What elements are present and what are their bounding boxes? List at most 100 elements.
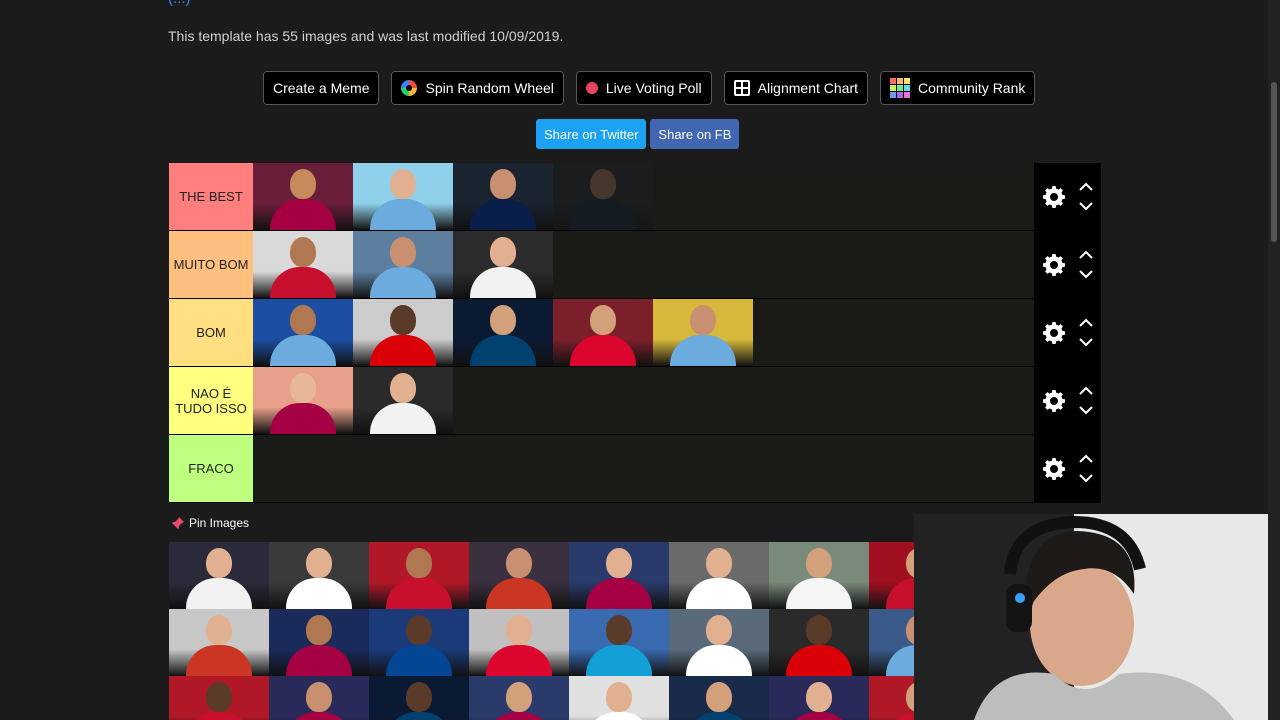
player-image[interactable] (253, 163, 353, 230)
tier-items[interactable] (253, 231, 1034, 298)
spin-wheel-label: Spin Random Wheel (425, 80, 554, 96)
chevron-up-icon[interactable] (1078, 248, 1094, 262)
pool-player-image[interactable] (269, 609, 369, 676)
chevron-down-icon[interactable] (1078, 472, 1094, 486)
player-image[interactable] (553, 163, 653, 230)
gear-icon[interactable] (1042, 389, 1066, 413)
pin-images-header[interactable]: Pin Images (171, 516, 249, 530)
pool-player-image[interactable] (469, 542, 569, 609)
pool-player-image[interactable] (269, 542, 369, 609)
pool-player-image[interactable] (369, 676, 469, 720)
player-image[interactable] (253, 367, 353, 434)
tier-items[interactable] (253, 163, 1034, 230)
tier-row: MUITO BOM (169, 231, 1101, 299)
page-scrollbar[interactable] (1268, 0, 1280, 720)
player-head (706, 615, 732, 645)
toolbar: Create a Meme Spin Random Wheel Live Vot… (263, 71, 1036, 105)
webcam-person-image (914, 514, 1280, 720)
pool-player-image[interactable] (769, 542, 869, 609)
player-head (806, 548, 832, 578)
tier-items[interactable] (253, 435, 1034, 502)
tier-label[interactable]: MUITO BOM (169, 231, 253, 298)
chevron-down-icon[interactable] (1078, 200, 1094, 214)
chevron-down-icon[interactable] (1078, 404, 1094, 418)
tier-list: THE BEST MUITO BOM BOM NAO É TUDO ISSO FRACO (169, 163, 1101, 503)
player-image[interactable] (653, 299, 753, 366)
pool-player-image[interactable] (669, 609, 769, 676)
player-head (290, 373, 316, 403)
player-head (290, 169, 316, 199)
pool-player-image[interactable] (869, 542, 914, 609)
pool-player-image[interactable] (369, 609, 469, 676)
pool-player-image[interactable] (469, 676, 569, 720)
share-twitter-button[interactable]: Share on Twitter (536, 119, 647, 149)
player-head (306, 615, 332, 645)
tier-label[interactable]: NAO É TUDO ISSO (169, 367, 253, 434)
player-image[interactable] (253, 299, 353, 366)
chevron-up-icon[interactable] (1078, 316, 1094, 330)
tier-row: NAO É TUDO ISSO (169, 367, 1101, 435)
pool-player-image[interactable] (869, 676, 914, 720)
create-meme-button[interactable]: Create a Meme (263, 71, 380, 105)
player-image[interactable] (253, 231, 353, 298)
player-image[interactable] (353, 163, 453, 230)
pool-player-image[interactable] (169, 676, 269, 720)
partial-link[interactable]: (...) (168, 0, 191, 7)
player-image[interactable] (353, 299, 453, 366)
pool-player-image[interactable] (669, 542, 769, 609)
pool-player-image[interactable] (369, 542, 469, 609)
community-rank-button[interactable]: Community Rank (880, 71, 1036, 105)
player-head (806, 682, 832, 712)
player-head (690, 305, 716, 335)
chevron-up-icon[interactable] (1078, 180, 1094, 194)
tier-label[interactable]: FRACO (169, 435, 253, 502)
player-head (590, 169, 616, 199)
chevron-up-icon[interactable] (1078, 384, 1094, 398)
live-poll-button[interactable]: Live Voting Poll (575, 71, 712, 105)
player-image[interactable] (353, 367, 453, 434)
scrollbar-thumb[interactable] (1271, 82, 1277, 242)
pin-icon (172, 517, 184, 529)
player-head (506, 548, 532, 578)
tier-items[interactable] (253, 367, 1034, 434)
share-facebook-button[interactable]: Share on FB (650, 119, 740, 149)
player-image[interactable] (553, 299, 653, 366)
pool-player-image[interactable] (869, 609, 914, 676)
tier-label[interactable]: BOM (169, 299, 253, 366)
gear-icon[interactable] (1042, 321, 1066, 345)
tier-items[interactable] (253, 299, 1034, 366)
pool-player-image[interactable] (569, 542, 669, 609)
player-head (306, 548, 332, 578)
pool-player-image[interactable] (769, 609, 869, 676)
move-arrows (1078, 180, 1094, 214)
template-info: This template has 55 images and was last… (168, 28, 564, 44)
player-head (390, 237, 416, 267)
player-head (306, 682, 332, 712)
chevron-down-icon[interactable] (1078, 268, 1094, 282)
pool-player-image[interactable] (169, 609, 269, 676)
pool-player-image[interactable] (269, 676, 369, 720)
gear-icon[interactable] (1042, 457, 1066, 481)
community-rank-label: Community Rank (918, 80, 1026, 96)
player-image[interactable] (453, 231, 553, 298)
player-image[interactable] (353, 231, 453, 298)
pool-player-image[interactable] (769, 676, 869, 720)
pool-player-image[interactable] (669, 676, 769, 720)
spin-wheel-button[interactable]: Spin Random Wheel (391, 71, 564, 105)
player-head (206, 548, 232, 578)
pool-player-image[interactable] (169, 542, 269, 609)
tier-label[interactable]: THE BEST (169, 163, 253, 230)
chevron-up-icon[interactable] (1078, 452, 1094, 466)
player-head (806, 615, 832, 645)
move-arrows (1078, 384, 1094, 418)
player-image[interactable] (453, 163, 553, 230)
pool-player-image[interactable] (569, 609, 669, 676)
pool-player-image[interactable] (469, 609, 569, 676)
alignment-chart-button[interactable]: Alignment Chart (723, 71, 869, 105)
player-image[interactable] (453, 299, 553, 366)
gear-icon[interactable] (1042, 253, 1066, 277)
chevron-down-icon[interactable] (1078, 336, 1094, 350)
pool-player-image[interactable] (569, 676, 669, 720)
gear-icon[interactable] (1042, 185, 1066, 209)
player-head (206, 682, 232, 712)
